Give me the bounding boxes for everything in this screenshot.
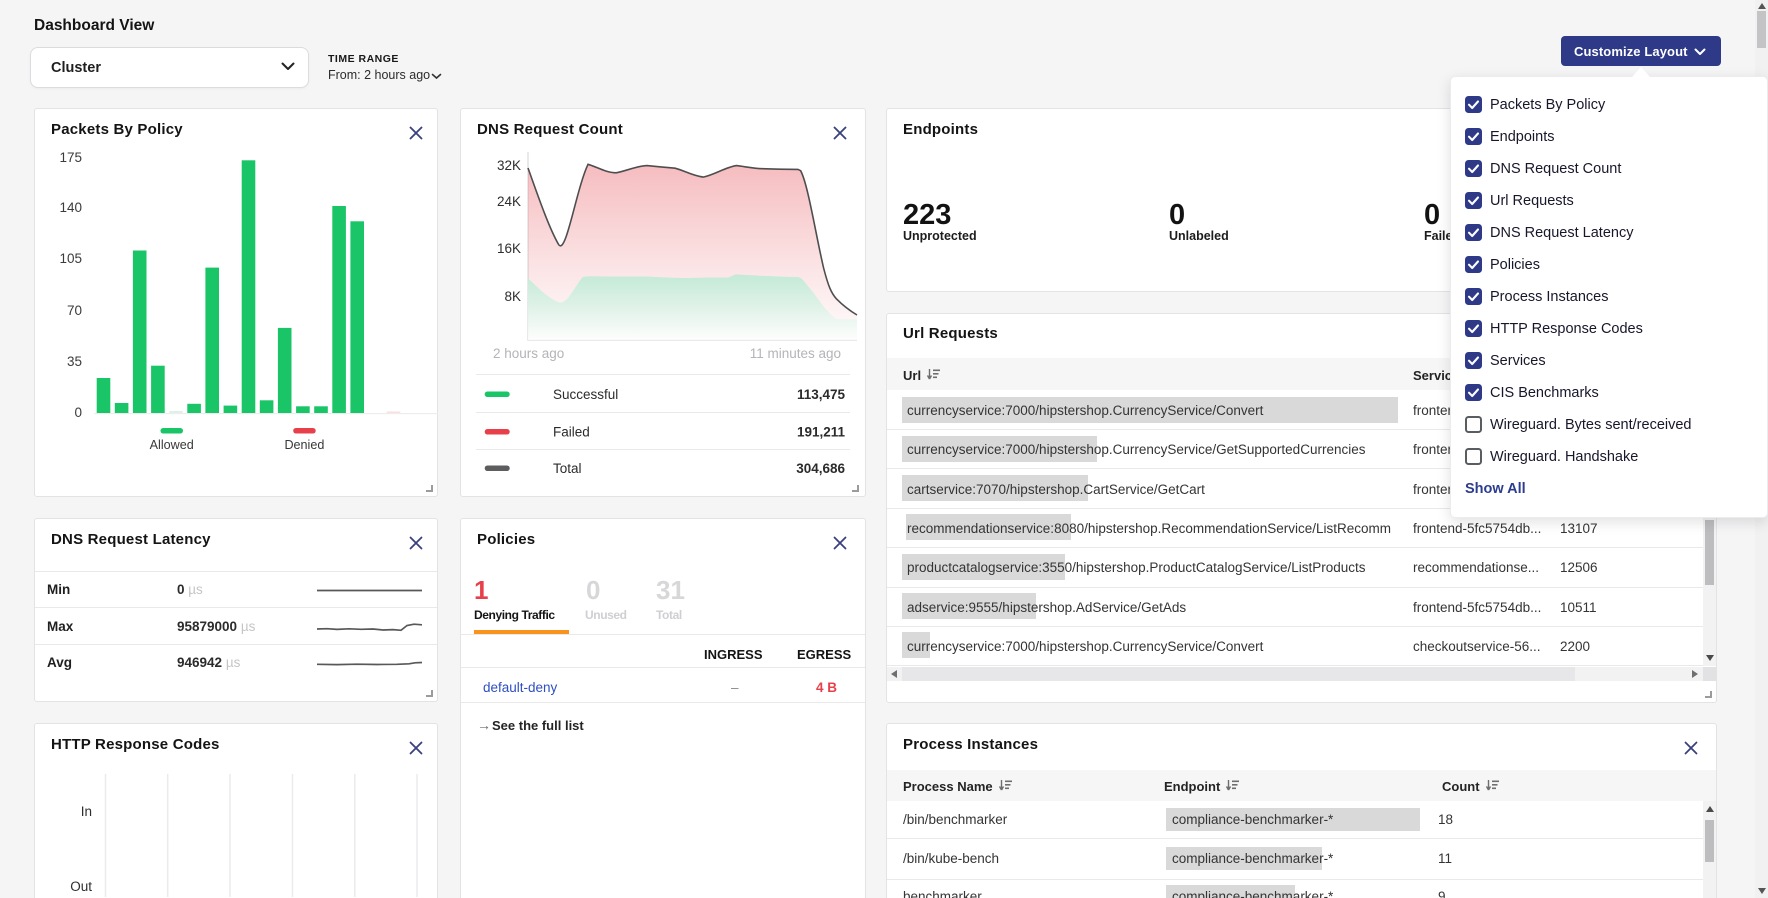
svg-text:304,686: 304,686 — [796, 461, 845, 476]
svg-text:8K: 8K — [504, 289, 521, 304]
svg-text:Allowed: Allowed — [150, 438, 194, 452]
svg-text:32K: 32K — [497, 158, 521, 173]
svg-text:113,475: 113,475 — [797, 387, 846, 402]
svg-text:In: In — [81, 804, 92, 819]
svg-text:Failed: Failed — [553, 425, 590, 440]
svg-text:11 minutes ago: 11 minutes ago — [750, 346, 841, 361]
svg-text:140: 140 — [59, 200, 82, 215]
svg-text:175: 175 — [59, 150, 82, 165]
svg-text:Denied: Denied — [284, 438, 324, 452]
svg-text:Out: Out — [70, 879, 92, 894]
svg-text:35: 35 — [67, 354, 82, 369]
svg-text:0: 0 — [74, 405, 82, 420]
svg-text:2 hours ago: 2 hours ago — [493, 346, 564, 361]
svg-text:105: 105 — [59, 251, 82, 266]
svg-text:24K: 24K — [497, 194, 521, 209]
svg-text:70: 70 — [67, 303, 82, 318]
svg-text:191,211: 191,211 — [797, 425, 846, 440]
svg-text:Successful: Successful — [553, 387, 618, 402]
svg-text:16K: 16K — [497, 241, 521, 256]
svg-text:Total: Total — [553, 461, 582, 476]
